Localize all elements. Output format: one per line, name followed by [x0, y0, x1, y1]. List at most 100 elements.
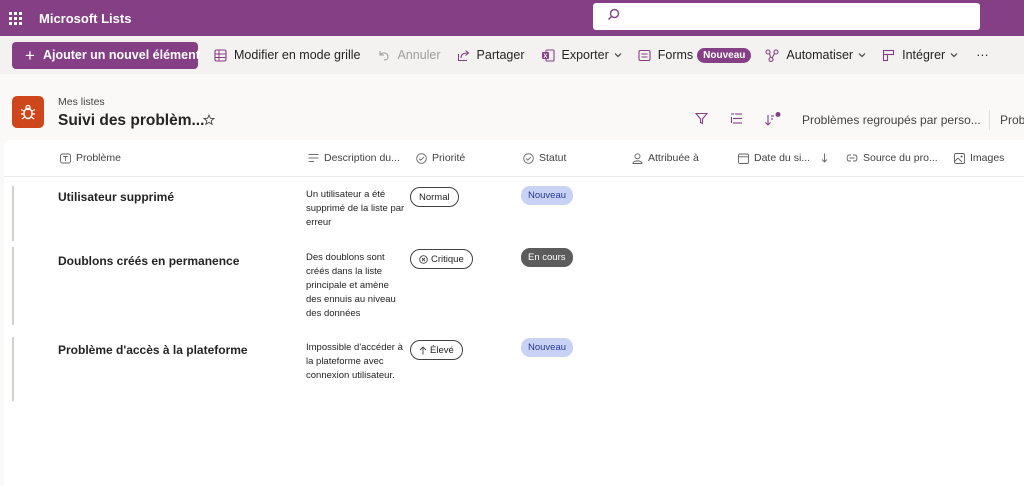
column-header-label: Description du...	[324, 152, 400, 164]
share-icon	[457, 49, 470, 62]
integrate-label: Intégrer	[902, 48, 946, 62]
forms-button[interactable]: Forms Nouveau	[638, 47, 752, 63]
text-field-icon	[60, 153, 71, 164]
column-header-label: Date du si...	[754, 152, 811, 164]
status-label: Nouveau	[528, 190, 567, 201]
cell-problem[interactable]: Doublons créés en permanence	[58, 254, 239, 268]
export-label: Exporter	[561, 48, 609, 62]
column-header-status[interactable]: Statut	[523, 152, 566, 164]
column-header-date[interactable]: Date du si...	[738, 152, 828, 164]
automate-button[interactable]: Automatiser	[765, 48, 866, 62]
column-header-description[interactable]: Description du...	[308, 152, 400, 164]
column-header-label: Problème	[76, 152, 121, 164]
arrow-up-icon	[419, 345, 427, 355]
excel-icon: X	[541, 48, 555, 62]
app-title[interactable]: Microsoft Lists	[39, 11, 131, 26]
share-button[interactable]: Partager	[457, 48, 525, 62]
status-badge: Nouveau	[521, 186, 574, 205]
column-header-priority[interactable]: Priorité	[416, 152, 465, 164]
cell-description: Impossible d'accéder à la plateforme ave…	[306, 342, 403, 381]
column-header-label: Statut	[539, 152, 567, 164]
calendar-icon	[738, 153, 749, 164]
multiline-text-icon	[308, 153, 319, 163]
view-selector[interactable]: Problèmes regroupés par perso...	[802, 113, 981, 127]
undo-icon	[377, 49, 390, 62]
grid-edit-label: Modifier en mode grille	[234, 48, 361, 62]
priority-label: Normal	[419, 191, 450, 203]
export-button[interactable]: X Exporter	[541, 48, 622, 62]
choice-icon	[416, 152, 427, 164]
cell-description: Un utilisateur a été supprimé de la list…	[306, 189, 405, 228]
row-selector[interactable]	[12, 337, 14, 401]
image-icon	[954, 152, 965, 164]
column-header-row: Problème Description du... Priorité Stat…	[4, 140, 1024, 177]
undo-label: Annuler	[397, 48, 441, 62]
status-badge: En cours	[521, 248, 573, 267]
cell-problem[interactable]: Utilisateur supprimé	[58, 190, 174, 204]
cell-description: Des doublons sont créés dans la liste pr…	[306, 252, 396, 319]
group-icon[interactable]	[730, 112, 743, 125]
app-launcher-icon[interactable]	[3, 0, 27, 36]
app-header: Microsoft Lists	[0, 0, 1024, 36]
view-tab-next[interactable]: Prob	[1000, 113, 1024, 127]
status-label: En cours	[528, 252, 566, 263]
search-input[interactable]	[626, 3, 980, 30]
list-grid: Problème Description du... Priorité Stat…	[4, 140, 1024, 486]
row-selector[interactable]	[12, 247, 14, 325]
list-title[interactable]: Suivi des problèm...	[58, 112, 204, 130]
choice-icon	[523, 152, 534, 164]
table-row[interactable]: Utilisateur supprimé Un utilisateur a ét…	[4, 178, 1024, 241]
priority-pill: Normal	[410, 187, 459, 207]
column-header-problem[interactable]: Problème	[60, 152, 121, 164]
link-icon	[846, 154, 858, 162]
column-header-label: Images	[970, 152, 1005, 164]
grid-icon	[214, 48, 227, 62]
automate-label: Automatiser	[786, 48, 854, 62]
grid-edit-button[interactable]: Modifier en mode grille	[214, 48, 360, 62]
forms-label: Forms	[657, 48, 694, 62]
status-badge: Nouveau	[521, 338, 574, 357]
table-row[interactable]: Problème d'accès à la plateforme Impossi…	[4, 331, 1024, 406]
priority-pill: Élevé	[410, 340, 463, 360]
divider	[989, 110, 990, 130]
sort-descending-icon	[821, 153, 828, 163]
new-badge: Nouveau	[697, 47, 752, 63]
star-icon[interactable]	[202, 113, 216, 131]
cell-problem[interactable]: Problème d'accès à la plateforme	[58, 343, 248, 357]
automate-icon	[765, 48, 779, 62]
status-label: Nouveau	[528, 342, 567, 353]
integrate-button[interactable]: Intégrer	[882, 48, 958, 62]
plus-icon: +	[25, 45, 35, 65]
undo-button[interactable]: Annuler	[377, 48, 441, 62]
column-header-label: Source du pro...	[863, 152, 938, 164]
share-label: Partager	[476, 48, 525, 62]
column-header-images[interactable]: Images	[954, 152, 1004, 164]
priority-pill: Critique	[410, 249, 473, 269]
search-icon	[607, 8, 620, 26]
chevron-down-icon	[858, 52, 866, 58]
add-new-item-button[interactable]: + Ajouter un nouvel élément	[12, 41, 200, 69]
svg-text:X: X	[543, 53, 547, 59]
filter-icon[interactable]	[695, 112, 708, 125]
forms-icon	[638, 49, 651, 62]
chevron-down-icon	[614, 52, 622, 58]
priority-label: Critique	[431, 253, 464, 265]
table-row[interactable]: Doublons créés en permanence Des doublon…	[4, 241, 1024, 331]
column-header-label: Attribuée à	[648, 152, 699, 164]
more-options-button[interactable]: ···	[976, 48, 989, 62]
column-header-assigned[interactable]: Attribuée à	[632, 152, 699, 164]
row-selector[interactable]	[12, 186, 14, 241]
priority-label: Élevé	[430, 344, 454, 356]
more-icon: ···	[976, 48, 989, 62]
column-header-source[interactable]: Source du pro...	[846, 152, 938, 164]
breadcrumb[interactable]: Mes listes	[58, 96, 105, 108]
command-bar: + Ajouter un nouvel élément Modifier en …	[0, 36, 1024, 74]
sort-icon[interactable]	[764, 112, 782, 126]
critical-icon	[419, 254, 428, 264]
bug-icon	[12, 96, 44, 128]
list-header: Mes listes Suivi des problèm... Problème…	[0, 74, 1024, 140]
chevron-down-icon	[950, 52, 958, 58]
integrate-icon	[882, 49, 895, 62]
search-box[interactable]	[593, 3, 980, 30]
add-new-item-label: Ajouter un nouvel élément	[42, 48, 200, 62]
